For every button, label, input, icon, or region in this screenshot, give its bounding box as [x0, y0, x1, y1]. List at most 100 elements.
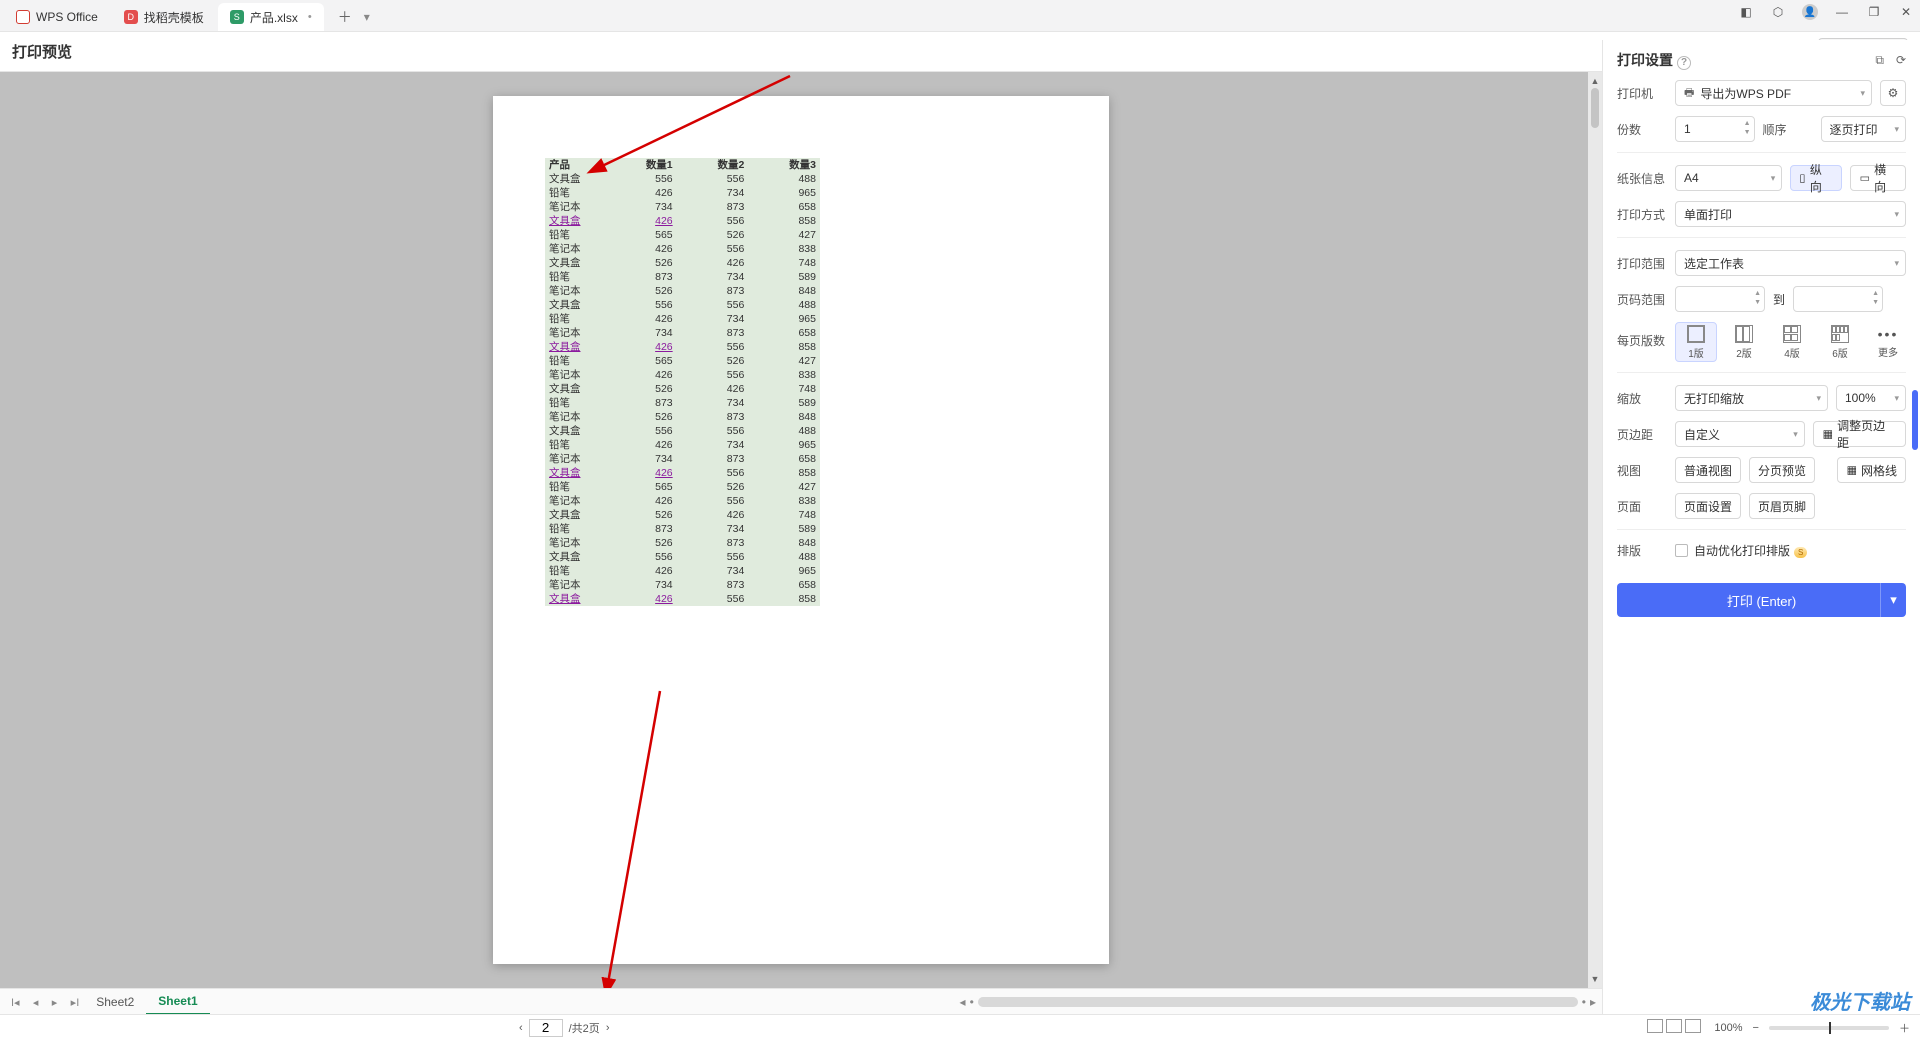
portrait-button[interactable]: ▯纵向 [1790, 165, 1842, 191]
zoom-in-icon[interactable]: ＋ [1899, 1020, 1910, 1036]
gridlines-button[interactable]: ▦网格线 [1837, 457, 1906, 483]
page-range-to: 到 [1773, 291, 1785, 308]
scroll-thumb[interactable] [1591, 88, 1599, 128]
sheet-first-icon[interactable]: I◂ [11, 997, 20, 1009]
print-mode-label: 打印方式 [1617, 206, 1667, 223]
landscape-button[interactable]: ▭横向 [1850, 165, 1906, 191]
page-to-input[interactable]: ▲▼ [1793, 286, 1883, 312]
panel-collapse-icon[interactable]: ⧉ [1875, 53, 1884, 68]
table-row: 文具盒426556858 [545, 340, 820, 354]
pps-1[interactable]: 1版 [1675, 322, 1717, 362]
scroll-up-icon[interactable]: ▲ [1591, 76, 1600, 86]
current-page-input[interactable] [529, 1019, 563, 1037]
wps-logo-icon: W [16, 10, 30, 24]
tab-label: WPS Office [36, 10, 98, 24]
paged-view-button[interactable]: 分页预览 [1749, 457, 1815, 483]
zoom-out-icon[interactable]: − [1753, 1022, 1759, 1034]
table-row: 笔记本734873658 [545, 326, 820, 340]
user-avatar[interactable]: 👤 [1802, 4, 1818, 20]
table-row: 文具盒526426748 [545, 508, 820, 522]
sheet-tab-bar: I◂ ◂ ▸ ▸I Sheet2 Sheet1 ◂ • • ▸ [0, 988, 1602, 1014]
tab-templates[interactable]: D 找稻壳模板 [112, 3, 216, 31]
table-row: 笔记本734873658 [545, 200, 820, 214]
print-range-label: 打印范围 [1617, 255, 1667, 272]
next-page-icon[interactable]: › [606, 1022, 610, 1034]
print-mode-select[interactable]: 单面打印▾ [1675, 201, 1906, 227]
pps-2[interactable]: 2版 [1723, 322, 1765, 362]
table-row: 笔记本734873658 [545, 578, 820, 592]
printer-settings-button[interactable]: ⚙ [1880, 80, 1906, 106]
paper-select[interactable]: A4▾ [1675, 165, 1782, 191]
panel-refresh-icon[interactable]: ⟳ [1896, 53, 1906, 68]
view-mode-buttons[interactable] [1647, 1019, 1704, 1036]
print-range-select[interactable]: 选定工作表▾ [1675, 250, 1906, 276]
zoom-label: 缩放 [1617, 390, 1667, 407]
gear-icon: ⚙ [1888, 86, 1899, 100]
panel-scroll-indicator[interactable] [1912, 390, 1918, 450]
adjust-margins-button[interactable]: ▦调整页边距 [1813, 421, 1906, 447]
prev-page-icon[interactable]: ‹ [519, 1022, 523, 1034]
order-select[interactable]: 逐页打印▾ [1821, 116, 1906, 142]
tab-wps-home[interactable]: W WPS Office [4, 3, 110, 31]
page-label: 页面 [1617, 498, 1667, 515]
portrait-icon: ▯ [1800, 172, 1806, 185]
print-button[interactable]: 打印 (Enter) ▾ [1617, 583, 1906, 617]
auto-optimize-checkbox[interactable]: 自动优化打印排版S [1675, 542, 1807, 559]
pps-more[interactable]: •••更多 [1867, 322, 1909, 362]
landscape-icon: ▭ [1859, 172, 1869, 185]
close-window-icon[interactable]: ✕ [1898, 4, 1914, 20]
pps-6[interactable]: 6版 [1819, 322, 1861, 362]
table-row: 铅笔873734589 [545, 270, 820, 284]
minimize-icon[interactable]: — [1834, 4, 1850, 20]
zoom-level-label: 100% [1714, 1022, 1742, 1034]
sheet-last-icon[interactable]: ▸I [71, 997, 80, 1009]
order-label: 顺序 [1763, 121, 1813, 138]
table-row: 笔记本526873848 [545, 410, 820, 424]
margins-icon: ▦ [1822, 428, 1832, 441]
table-row: 铅笔426734965 [545, 312, 820, 326]
page-from-input[interactable]: ▲▼ [1675, 286, 1765, 312]
tab-list-dropdown[interactable]: ▾ [352, 3, 376, 31]
table-row: 笔记本426556838 [545, 242, 820, 256]
cube-icon[interactable]: ⬡ [1770, 4, 1786, 20]
printer-select[interactable]: 🖶 导出为WPS PDF▾ [1675, 80, 1872, 106]
table-row: 铅笔565526427 [545, 480, 820, 494]
status-bar: ‹ /共2页 › 100% − ＋ [0, 1014, 1920, 1040]
pps-4[interactable]: 4版 [1771, 322, 1813, 362]
sheet-prev-icon[interactable]: ◂ [33, 997, 39, 1009]
hscroll-left-icon[interactable]: ◂ [960, 995, 966, 1009]
tab-label: 找稻壳模板 [144, 9, 204, 26]
panel-title: 打印设置? [1617, 50, 1691, 70]
horizontal-scroll[interactable]: ◂ • • ▸ [960, 995, 1596, 1009]
table-row: 笔记本526873848 [545, 536, 820, 550]
sheet-tab-sheet2[interactable]: Sheet2 [84, 989, 146, 1015]
scroll-down-icon[interactable]: ▼ [1591, 974, 1600, 984]
app-tab-bar: W WPS Office D 找稻壳模板 S 产品.xlsx • ＋ ▾ ◧ ⬡… [0, 0, 1920, 32]
table-row: 文具盒556556488 [545, 298, 820, 312]
maximize-icon[interactable]: ❐ [1866, 4, 1882, 20]
tab-label: 产品.xlsx [250, 9, 298, 26]
hscroll-right-icon[interactable]: ▸ [1590, 995, 1596, 1009]
layout-panel-icon[interactable]: ◧ [1738, 4, 1754, 20]
sheet-tab-sheet1[interactable]: Sheet1 [146, 989, 209, 1015]
copies-input[interactable]: 1▲▼ [1675, 116, 1755, 142]
page-preview: 产品数量1数量2数量3文具盒556556488铅笔426734965笔记本734… [493, 96, 1109, 964]
header-footer-button[interactable]: 页眉页脚 [1749, 493, 1815, 519]
help-icon[interactable]: ? [1677, 56, 1691, 70]
preview-viewport[interactable]: 产品数量1数量2数量3文具盒556556488铅笔426734965笔记本734… [0, 72, 1602, 988]
zoom-pct-select[interactable]: 100%▾ [1836, 385, 1906, 411]
tab-file[interactable]: S 产品.xlsx • [218, 3, 324, 31]
print-settings-panel: 打印设置? ⧉ ⟳ 打印机 🖶 导出为WPS PDF▾ ⚙ 份数 1▲▼ 顺序 … [1602, 40, 1920, 1040]
page-setup-button[interactable]: 页面设置 [1675, 493, 1741, 519]
margin-select[interactable]: 自定义▾ [1675, 421, 1805, 447]
vertical-scrollbar[interactable]: ▲ ▼ [1588, 72, 1602, 988]
window-controls: ◧ ⬡ 👤 — ❐ ✕ [1738, 4, 1914, 20]
normal-view-button[interactable]: 普通视图 [1675, 457, 1741, 483]
close-tab-icon[interactable]: • [308, 11, 312, 23]
sheet-next-icon[interactable]: ▸ [52, 997, 58, 1009]
new-tab-button[interactable]: ＋ [326, 3, 350, 31]
zoom-mode-select[interactable]: 无打印缩放▾ [1675, 385, 1828, 411]
zoom-slider[interactable] [1769, 1026, 1889, 1030]
print-dropdown-icon[interactable]: ▾ [1880, 583, 1906, 617]
table-row: 铅笔873734589 [545, 396, 820, 410]
